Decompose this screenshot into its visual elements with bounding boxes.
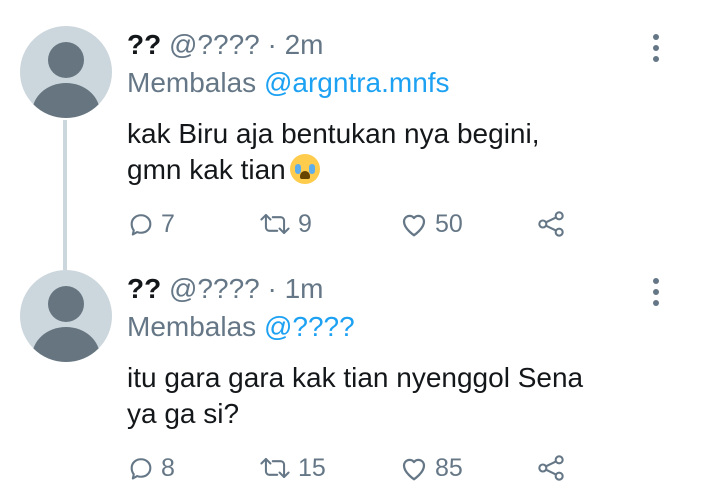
tweet-text-line: ya ga si?: [127, 398, 240, 429]
crying-face-emoji-icon: [289, 154, 320, 184]
reply-mention[interactable]: @argntra.mnfs: [264, 67, 450, 98]
retweet-button[interactable]: 9: [258, 206, 312, 242]
reply-count: 7: [161, 209, 175, 238]
reply-count: 8: [161, 453, 175, 482]
reply-context: Membalas @argntra.mnfs: [127, 66, 450, 100]
avatar[interactable]: [20, 270, 112, 362]
tweet-header: ?? @???? · 2m: [127, 28, 324, 62]
retweet-icon: [260, 213, 290, 235]
handle[interactable]: @????: [169, 273, 260, 304]
share-button[interactable]: [537, 450, 565, 486]
reply-icon: [130, 214, 152, 236]
like-count: 50: [435, 209, 463, 238]
reply-prefix: Membalas: [127, 311, 257, 342]
avatar-body: [32, 83, 100, 118]
retweet-icon: [260, 457, 290, 479]
like-button[interactable]: 85: [399, 450, 463, 486]
reply-icon: [130, 458, 152, 480]
tweet-text-line: kak Biru aja bentukan nya begini,: [127, 118, 540, 149]
reply-button[interactable]: 7: [127, 206, 175, 242]
avatar-body: [32, 327, 100, 362]
tweet-text-line: itu gara gara kak tian nyenggol Sena: [127, 362, 584, 393]
share-icon: [538, 211, 564, 237]
more-options-icon[interactable]: [650, 278, 662, 308]
retweet-count: 9: [298, 209, 312, 238]
handle[interactable]: @????: [169, 29, 260, 60]
timestamp[interactable]: · 2m: [268, 29, 324, 60]
tweet-header: ?? @???? · 1m: [127, 272, 324, 306]
like-button[interactable]: 50: [399, 206, 463, 242]
tweet-text-line: gmn kak tian: [127, 152, 687, 188]
timestamp[interactable]: · 1m: [268, 273, 324, 304]
reply-button[interactable]: 8: [127, 450, 175, 486]
thread-line: [63, 120, 67, 270]
reply-context: Membalas @????: [127, 310, 355, 344]
tweet-text: kak Biru aja bentukan nya begini, gmn ka…: [127, 116, 687, 188]
like-count: 85: [435, 453, 463, 482]
heart-icon: [402, 214, 426, 237]
retweet-count: 15: [298, 453, 326, 482]
tweet-text: itu gara gara kak tian nyenggol Sena ya …: [127, 360, 687, 432]
avatar-head: [48, 286, 84, 322]
heart-icon: [402, 458, 426, 481]
reply-prefix: Membalas: [127, 67, 257, 98]
avatar-head: [48, 42, 84, 78]
tweet[interactable]: ?? @???? · 1m Membalas @???? itu gara ga…: [0, 250, 705, 498]
tweet[interactable]: ?? @???? · 2m Membalas @argntra.mnfs kak…: [0, 0, 705, 270]
more-options-icon[interactable]: [650, 34, 662, 64]
display-name[interactable]: ??: [127, 273, 161, 304]
display-name[interactable]: ??: [127, 29, 161, 60]
tweet-actions: 7 9 50: [127, 206, 687, 242]
share-button[interactable]: [537, 206, 565, 242]
tweet-actions: 8 15 85: [127, 450, 687, 486]
reply-mention[interactable]: @????: [264, 311, 355, 342]
retweet-button[interactable]: 15: [258, 450, 326, 486]
share-icon: [538, 455, 564, 481]
avatar[interactable]: [20, 26, 112, 118]
